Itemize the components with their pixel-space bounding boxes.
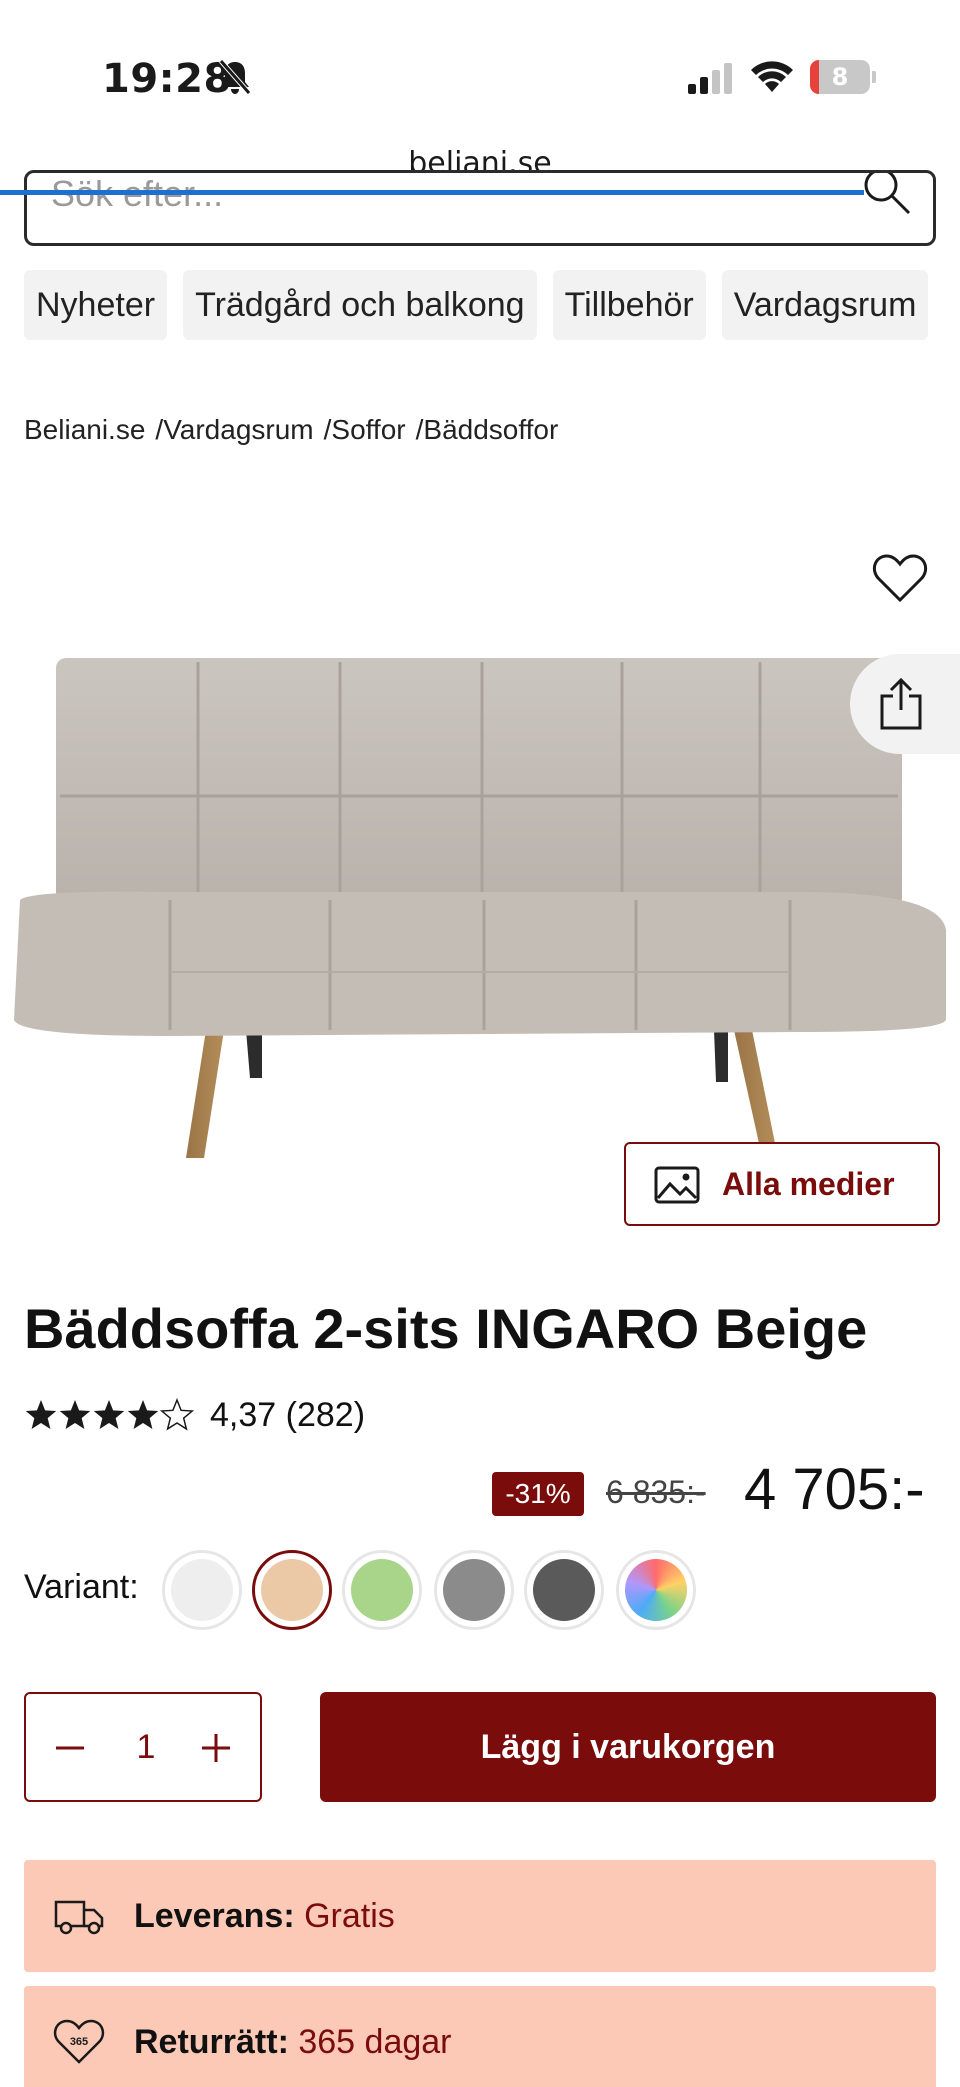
return-heart-icon: 365: [53, 2019, 105, 2064]
breadcrumb-item[interactable]: Vardagsrum: [163, 414, 313, 445]
rating-star-icon: [159, 1398, 194, 1431]
delivery-text: Leverans: Gratis: [134, 1860, 395, 1972]
variant-swatch-grey[interactable]: [434, 1550, 514, 1630]
swatch-color: [625, 1559, 687, 1621]
search-input[interactable]: [51, 173, 851, 229]
variant-label: Variant:: [24, 1568, 139, 1606]
rating-summary[interactable]: 4,37 (282): [210, 1396, 365, 1435]
delivery-info[interactable]: Leverans: Gratis: [24, 1860, 936, 1972]
delivery-value: Gratis: [304, 1897, 395, 1935]
all-media-label: Alla medier: [722, 1166, 895, 1202]
minus-icon[interactable]: [40, 1718, 100, 1778]
product-image[interactable]: [0, 600, 960, 1220]
return-info[interactable]: 365 Returrätt: 365 dagar: [24, 1986, 936, 2087]
old-price: 6 835:-: [606, 1474, 706, 1510]
image-gallery-icon: [654, 1166, 700, 1204]
rating-star-icon: [59, 1400, 91, 1429]
return-days-badge: 365: [70, 2036, 88, 2048]
breadcrumb-item[interactable]: Bäddsoffor: [423, 414, 558, 445]
swatch-color: [171, 1559, 233, 1621]
current-price: 4 705:-: [744, 1457, 925, 1522]
search-icon[interactable]: [859, 170, 915, 219]
share-icon: [880, 677, 922, 730]
rating-value: 4,37: [210, 1396, 277, 1434]
plus-icon[interactable]: [186, 1718, 246, 1778]
review-count: (282): [285, 1396, 366, 1434]
search-box[interactable]: [24, 170, 936, 246]
quantity-stepper: 1: [24, 1692, 262, 1802]
category-nav: Nyheter Trädgård och balkong Tillbehör Vard…: [24, 270, 936, 342]
bell-muted-icon: [219, 59, 251, 95]
return-label: Returrätt:: [134, 2023, 289, 2061]
add-to-cart-button[interactable]: Lägg i varukorgen: [320, 1692, 936, 1802]
return-text: Returrätt: 365 dagar: [134, 1986, 452, 2087]
discount-badge: -31%: [492, 1472, 584, 1516]
product-title: Bäddsoffa 2-sits INGARO Beige: [24, 1297, 868, 1360]
breadcrumb: Beliani.se/Vardagsrum/Soffor/Bäddsoffor: [24, 414, 558, 446]
category-chip-vardagsrum[interactable]: Vardagsrum: [721, 270, 929, 340]
quantity-value[interactable]: 1: [110, 1694, 182, 1800]
variant-swatch-multicolor[interactable]: [616, 1550, 696, 1630]
rating-star-icon: [93, 1400, 125, 1429]
status-time: 19:28: [102, 56, 232, 102]
battery-body: 8: [810, 60, 870, 94]
return-value: 365 dagar: [298, 2023, 452, 2061]
category-chip-nyheter[interactable]: Nyheter: [24, 270, 168, 340]
rating-stars: [25, 1398, 194, 1431]
swatch-color: [533, 1559, 595, 1621]
swatch-color: [443, 1559, 505, 1621]
breadcrumb-item[interactable]: Beliani.se: [24, 414, 145, 445]
swatch-color: [351, 1559, 413, 1621]
variant-swatch-beige[interactable]: [252, 1550, 332, 1630]
category-chip-tillbehor[interactable]: Tillbehör: [552, 270, 706, 340]
cellular-signal-icon: [688, 63, 732, 94]
variant-swatch-dark-grey[interactable]: [524, 1550, 604, 1630]
variant-swatch-green[interactable]: [342, 1550, 422, 1630]
truck-icon: [54, 1900, 104, 1935]
battery-cap: [872, 71, 876, 83]
swatch-color: [261, 1559, 323, 1621]
rating-star-icon: [127, 1400, 159, 1429]
battery-indicator: 8: [810, 60, 876, 94]
share-button[interactable]: [850, 654, 960, 754]
rating-star-icon: [25, 1400, 57, 1429]
status-bar: 19:28 8: [0, 0, 960, 150]
breadcrumb-item[interactable]: Soffor: [331, 414, 405, 445]
battery-level: 8: [831, 63, 849, 91]
all-media-button[interactable]: Alla medier: [624, 1142, 940, 1226]
variant-swatch-white[interactable]: [162, 1550, 242, 1630]
delivery-label: Leverans:: [134, 1897, 295, 1935]
wishlist-heart-icon[interactable]: [872, 552, 928, 604]
wifi-icon: [751, 61, 793, 92]
category-chip-tradgard[interactable]: Trädgård och balkong: [183, 270, 537, 340]
page-load-progress: [0, 190, 864, 195]
